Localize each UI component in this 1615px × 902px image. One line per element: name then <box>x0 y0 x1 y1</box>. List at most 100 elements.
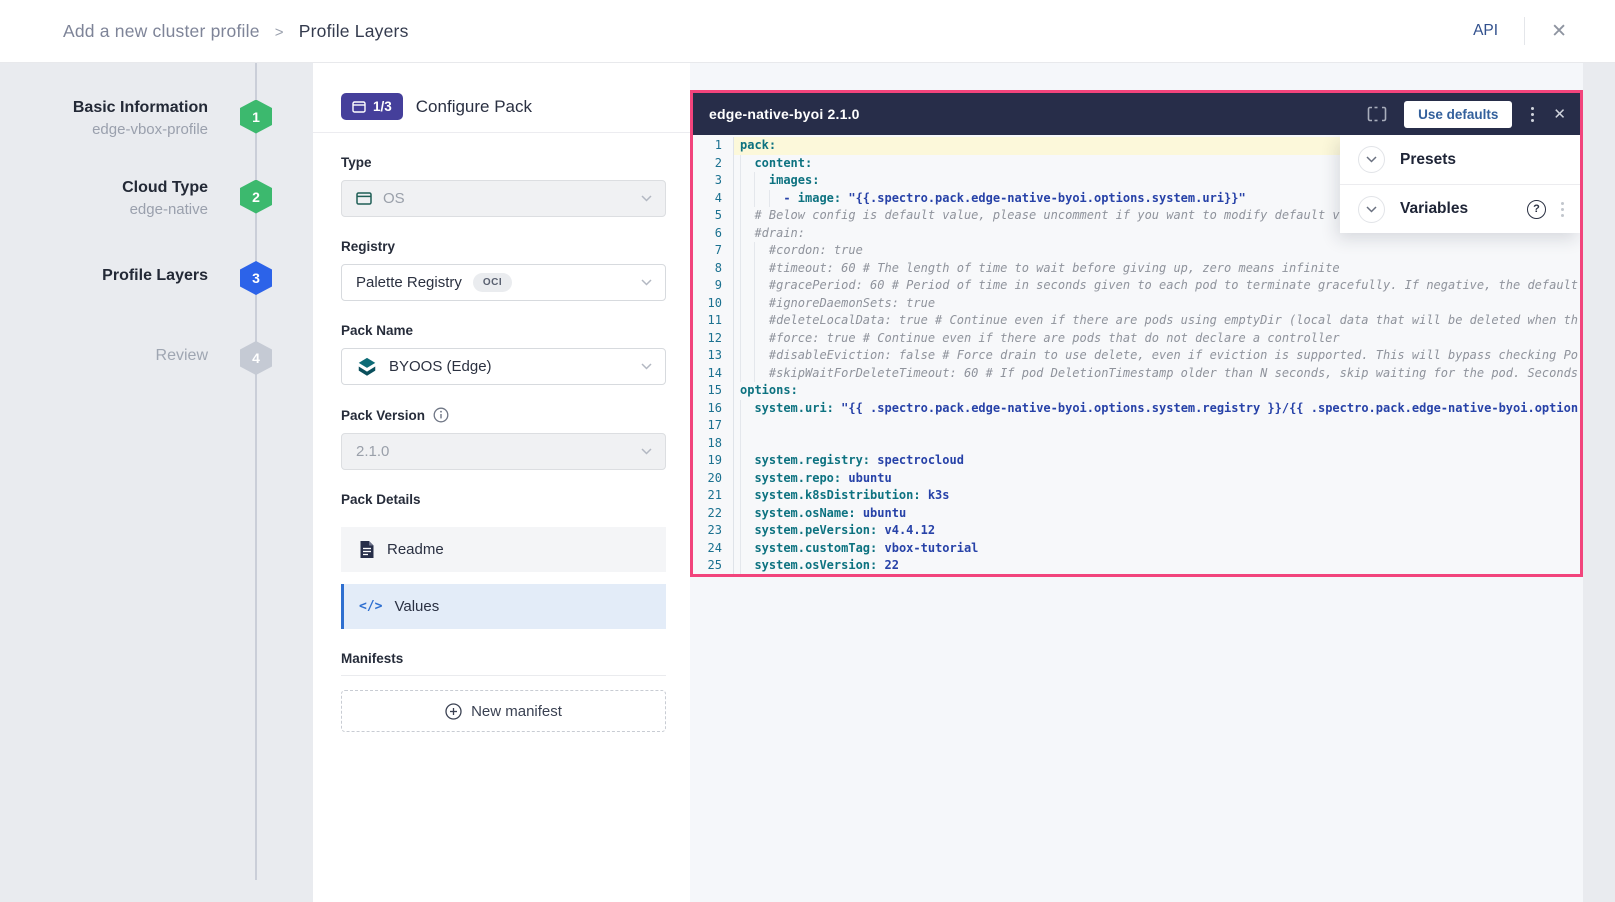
pack-values-editor: edge-native-byoi 2.1.0 Use defaults ✕ 1p… <box>690 90 1583 577</box>
step-title: Review <box>156 345 208 367</box>
editor-menu-kebab-icon[interactable] <box>1529 105 1536 124</box>
line-number: 25 <box>693 557 734 574</box>
registry-oci-badge: OCI <box>473 273 512 292</box>
line-number: 3 <box>693 172 734 190</box>
plus-circle-icon <box>445 703 462 720</box>
step-rail: Basic Information edge-vbox-profile 1 Cl… <box>0 63 313 902</box>
step-number-badge: 4 <box>240 341 272 375</box>
breadcrumb-parent-link[interactable]: Add a new cluster profile <box>63 21 260 41</box>
code-line[interactable]: 13#disableEviction: false # Force drain … <box>693 347 1580 365</box>
pack-progress-count: 1/3 <box>373 99 392 114</box>
manifests-label: Manifests <box>341 651 666 666</box>
page-title: Profile Layers <box>299 21 409 41</box>
byoos-pack-icon <box>356 356 378 378</box>
os-layer-icon <box>356 192 372 205</box>
line-number: 24 <box>693 540 734 558</box>
code-line[interactable]: 23system.peVersion: v4.4.12 <box>693 522 1580 540</box>
layer-editor-column: edge-native-byoi 2.1.0 Use defaults ✕ 1p… <box>690 63 1583 902</box>
step-number-badge: 2 <box>240 180 272 214</box>
line-number: 11 <box>693 312 734 330</box>
breadcrumb-separator: > <box>275 24 284 41</box>
line-number: 15 <box>693 382 734 400</box>
presets-label: Presets <box>1400 151 1456 169</box>
line-number: 5 <box>693 207 734 225</box>
chevron-down-icon <box>641 363 652 370</box>
readme-doc-icon <box>359 540 375 559</box>
line-number: 4 <box>693 190 734 208</box>
code-line[interactable]: 20system.repo: ubuntu <box>693 470 1580 488</box>
code-line[interactable]: 10#ignoreDaemonSets: true <box>693 295 1580 313</box>
use-defaults-button[interactable]: Use defaults <box>1404 101 1512 128</box>
expand-editor-icon[interactable] <box>1367 106 1387 122</box>
step-title: Profile Layers <box>102 265 208 287</box>
chevron-down-icon <box>641 279 652 286</box>
line-number: 17 <box>693 417 734 435</box>
variables-chevron-down-icon[interactable] <box>1358 196 1385 223</box>
code-line[interactable]: 19system.registry: spectrocloud <box>693 452 1580 470</box>
type-value: OS <box>383 190 405 207</box>
line-number: 19 <box>693 452 734 470</box>
code-line[interactable]: 7#cordon: true <box>693 242 1580 260</box>
code-line[interactable]: 24system.customTag: vbox-tutorial <box>693 540 1580 558</box>
values-tab[interactable]: </> Values <box>341 584 666 629</box>
code-line[interactable]: 17 <box>693 417 1580 435</box>
code-line[interactable]: 25system.osVersion: 22 <box>693 557 1580 574</box>
panel-title: Configure Pack <box>416 93 532 120</box>
chevron-down-icon <box>641 195 652 202</box>
variables-section-toggle[interactable]: Variables ? <box>1340 184 1580 233</box>
line-number: 22 <box>693 505 734 523</box>
pack-name-value: BYOOS (Edge) <box>389 358 492 375</box>
step-number-badge: 1 <box>240 100 272 134</box>
yaml-editor-body[interactable]: 1pack:2content:3images:4- image: "{{.spe… <box>693 135 1580 574</box>
line-number: 7 <box>693 242 734 260</box>
variables-kebab-icon[interactable] <box>1559 200 1566 219</box>
step-subtitle: edge-vbox-profile <box>73 119 208 141</box>
line-number: 10 <box>693 295 734 313</box>
line-number: 18 <box>693 435 734 453</box>
readme-label: Readme <box>387 541 444 558</box>
line-number: 20 <box>693 470 734 488</box>
step-title: Basic Information <box>73 97 208 119</box>
editor-close-icon[interactable]: ✕ <box>1553 105 1566 123</box>
new-manifest-label: New manifest <box>471 703 562 720</box>
pack-version-value: 2.1.0 <box>356 443 389 460</box>
readme-tab[interactable]: Readme <box>341 527 666 572</box>
step-subtitle: edge-native <box>122 199 208 221</box>
manifests-divider <box>341 675 666 676</box>
presets-chevron-down-icon[interactable] <box>1358 146 1385 173</box>
info-icon[interactable] <box>433 407 449 423</box>
code-line[interactable]: 18 <box>693 435 1580 453</box>
presets-section-toggle[interactable]: Presets <box>1340 135 1580 184</box>
variables-help-icon[interactable]: ? <box>1527 200 1546 219</box>
code-line[interactable]: 11#deleteLocalData: true # Continue even… <box>693 312 1580 330</box>
window-icon <box>352 101 366 113</box>
line-number: 16 <box>693 400 734 418</box>
line-number: 2 <box>693 155 734 173</box>
line-number: 13 <box>693 347 734 365</box>
line-number: 23 <box>693 522 734 540</box>
code-line[interactable]: 14#skipWaitForDeleteTimeout: 60 # If pod… <box>693 365 1580 383</box>
editor-pack-title: edge-native-byoi 2.1.0 <box>709 106 860 122</box>
chevron-down-icon <box>641 448 652 455</box>
editor-header: edge-native-byoi 2.1.0 Use defaults ✕ <box>693 93 1580 135</box>
code-line[interactable]: 16system.uri: "{{ .spectro.pack.edge-nat… <box>693 400 1580 418</box>
pack-progress-badge: 1/3 <box>341 93 403 120</box>
pack-details-label: Pack Details <box>341 492 666 507</box>
registry-select[interactable]: Palette Registry OCI <box>341 264 666 301</box>
line-number: 1 <box>693 137 734 155</box>
code-line[interactable]: 21system.k8sDistribution: k3s <box>693 487 1580 505</box>
close-wizard-icon[interactable]: ✕ <box>1551 22 1567 41</box>
line-number: 6 <box>693 225 734 243</box>
step-number-badge: 3 <box>240 261 272 295</box>
line-number: 14 <box>693 365 734 383</box>
configure-pack-panel: 1/3 Configure Pack Type OS Registry Pale… <box>313 63 690 902</box>
line-number: 21 <box>693 487 734 505</box>
new-manifest-button[interactable]: New manifest <box>341 690 666 732</box>
code-line[interactable]: 8#timeout: 60 # The length of time to wa… <box>693 260 1580 278</box>
code-line[interactable]: 22system.osName: ubuntu <box>693 505 1580 523</box>
code-line[interactable]: 15options: <box>693 382 1580 400</box>
pack-name-select[interactable]: BYOOS (Edge) <box>341 348 666 385</box>
api-link[interactable]: API <box>1473 22 1498 40</box>
code-line[interactable]: 12#force: true # Continue even if there … <box>693 330 1580 348</box>
code-line[interactable]: 9#gracePeriod: 60 # Period of time in se… <box>693 277 1580 295</box>
